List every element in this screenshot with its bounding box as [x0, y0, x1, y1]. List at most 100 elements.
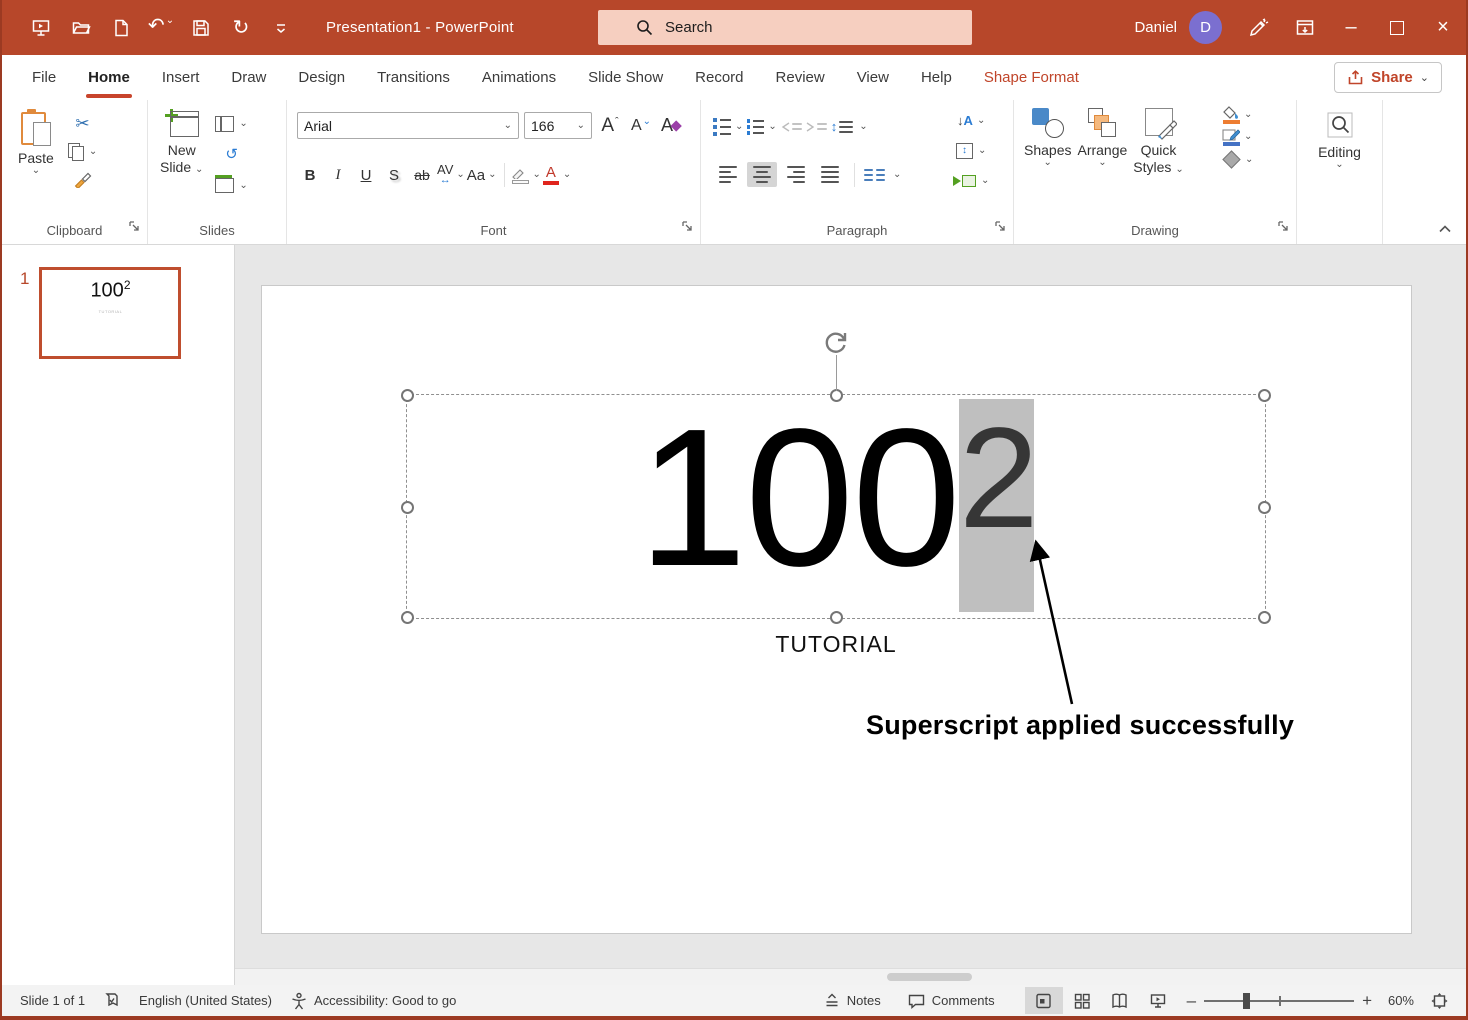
resize-handle-top-left[interactable] [401, 389, 414, 402]
paste-button[interactable]: Paste ⌄ [18, 100, 54, 192]
drawing-dialog-launcher[interactable] [1278, 219, 1289, 237]
reading-view-button[interactable] [1101, 987, 1139, 1014]
language-button[interactable]: English (United States) [139, 993, 272, 1008]
comments-button[interactable]: Comments [907, 992, 995, 1010]
bullets-button[interactable]: ⌄ [713, 114, 743, 139]
tab-record[interactable]: Record [679, 55, 759, 100]
zoom-in-button[interactable]: + [1362, 991, 1372, 1011]
resize-handle-middle-right[interactable] [1258, 501, 1271, 514]
open-file-icon[interactable] [66, 13, 96, 43]
ribbon-display-options-icon[interactable] [1282, 0, 1328, 55]
justify-button[interactable] [815, 162, 845, 187]
arrange-button[interactable]: Arrange ⌄ [1077, 108, 1127, 176]
share-button[interactable]: Share ⌄ [1334, 62, 1442, 93]
slide-subtitle[interactable]: TUTORIAL [406, 631, 1266, 658]
slide-layout-button[interactable]: ⌄ [215, 111, 247, 136]
line-spacing-button[interactable]: ↕⌄ [831, 114, 868, 139]
avatar[interactable]: D [1189, 11, 1222, 44]
align-center-button[interactable] [747, 162, 777, 187]
decrease-indent-button[interactable] [781, 114, 802, 139]
text-shadow-button[interactable]: S [381, 162, 407, 188]
align-text-button[interactable]: ↕⌄ [953, 138, 989, 163]
font-size-select[interactable]: 166 ⌄ [524, 112, 592, 139]
strikethrough-button[interactable]: ab [409, 162, 435, 188]
undo-button[interactable]: ↶ ⌄ [146, 13, 176, 43]
new-file-icon[interactable] [106, 13, 136, 43]
resize-handle-middle-left[interactable] [401, 501, 414, 514]
section-button[interactable]: ⌄ [215, 173, 247, 198]
font-family-select[interactable]: Arial ⌄ [297, 112, 519, 139]
zoom-slider-thumb[interactable] [1243, 993, 1250, 1009]
maximize-button[interactable] [1374, 0, 1420, 55]
notes-button[interactable]: Notes [823, 992, 881, 1010]
resize-handle-bottom-right[interactable] [1258, 611, 1271, 624]
undo-chevron-icon[interactable]: ⌄ [166, 15, 174, 26]
spell-check-button[interactable] [103, 992, 121, 1010]
cut-button[interactable]: ✂ [68, 111, 97, 136]
zoom-level[interactable]: 60% [1380, 993, 1414, 1008]
font-color-button[interactable]: A ⌄ [543, 162, 571, 188]
zoom-out-button[interactable]: – [1187, 991, 1196, 1011]
customize-qat-icon[interactable] [266, 13, 296, 43]
tab-draw[interactable]: Draw [215, 55, 282, 100]
slide-sorter-view-button[interactable] [1063, 987, 1101, 1014]
rotate-handle-icon[interactable] [822, 329, 850, 362]
slideshow-view-button[interactable] [1139, 987, 1177, 1014]
tab-shape-format[interactable]: Shape Format [968, 55, 1095, 100]
increase-font-size-button[interactable]: Aˆ [597, 113, 623, 139]
reset-slide-button[interactable]: ↺ [215, 142, 247, 167]
horizontal-scrollbar-thumb[interactable] [887, 973, 972, 981]
start-slideshow-icon[interactable] [26, 13, 56, 43]
search-input[interactable]: Search [598, 10, 972, 45]
decrease-font-size-button[interactable]: A⌄ [628, 113, 654, 139]
bold-button[interactable]: B [297, 162, 323, 188]
minimize-button[interactable]: – [1328, 0, 1374, 55]
clipboard-dialog-launcher[interactable] [129, 219, 140, 237]
shape-fill-button[interactable]: ⌄ [1222, 106, 1253, 124]
tab-slide-show[interactable]: Slide Show [572, 55, 679, 100]
tab-transitions[interactable]: Transitions [361, 55, 466, 100]
shape-effects-button[interactable]: ⌄ [1222, 150, 1253, 169]
align-left-button[interactable] [713, 162, 743, 187]
tab-help[interactable]: Help [905, 55, 968, 100]
tab-view[interactable]: View [841, 55, 905, 100]
clear-formatting-button[interactable]: A [659, 113, 685, 139]
editing-button[interactable]: Editing ⌄ [1297, 100, 1382, 169]
text-highlight-button[interactable]: ⌄ [512, 162, 541, 188]
font-dialog-launcher[interactable] [682, 219, 693, 237]
megaphone-icon[interactable] [1236, 0, 1282, 55]
resize-handle-top-right[interactable] [1258, 389, 1271, 402]
new-slide-button[interactable]: New Slide ⌄ [160, 100, 203, 198]
zoom-slider[interactable] [1204, 1000, 1354, 1002]
close-button[interactable]: × [1420, 0, 1466, 55]
resize-handle-bottom-left[interactable] [401, 611, 414, 624]
text-direction-button[interactable]: ↓A⌄ [953, 108, 989, 133]
character-spacing-button[interactable]: AV↔ ⌄ [437, 162, 465, 188]
tab-file[interactable]: File [16, 55, 72, 100]
tab-home[interactable]: Home [72, 55, 146, 100]
copy-button[interactable]: ⌄ [68, 139, 97, 164]
tab-animations[interactable]: Animations [466, 55, 572, 100]
save-button[interactable] [186, 13, 216, 43]
shape-outline-button[interactable]: ⌄ [1222, 128, 1253, 146]
tab-design[interactable]: Design [282, 55, 361, 100]
convert-smartart-button[interactable]: ⌄ [953, 168, 989, 193]
underline-button[interactable]: U [353, 162, 379, 188]
quick-styles-button[interactable]: QuickStyles ⌄ [1133, 108, 1183, 176]
slide-indicator[interactable]: Slide 1 of 1 [20, 993, 85, 1008]
columns-button[interactable]: ⌄ [864, 162, 901, 187]
slide-thumbnail[interactable]: 1002 TUTORIAL [39, 267, 181, 359]
horizontal-scrollbar[interactable] [235, 968, 1466, 985]
fit-slide-to-window-button[interactable] [1422, 987, 1456, 1014]
redo-icon[interactable]: ↻ [226, 13, 256, 43]
shapes-button[interactable]: Shapes ⌄ [1024, 108, 1071, 176]
paragraph-dialog-launcher[interactable] [995, 219, 1006, 237]
numbering-button[interactable]: ⌄ [747, 114, 776, 139]
accessibility-button[interactable]: Accessibility: Good to go [290, 992, 456, 1010]
increase-indent-button[interactable] [806, 114, 827, 139]
tab-insert[interactable]: Insert [146, 55, 216, 100]
change-case-button[interactable]: Aa⌄ [467, 162, 497, 188]
slide-canvas[interactable]: 100 2 TUTORIAL [261, 285, 1412, 934]
align-right-button[interactable] [781, 162, 811, 187]
resize-handle-bottom-center[interactable] [830, 611, 843, 624]
